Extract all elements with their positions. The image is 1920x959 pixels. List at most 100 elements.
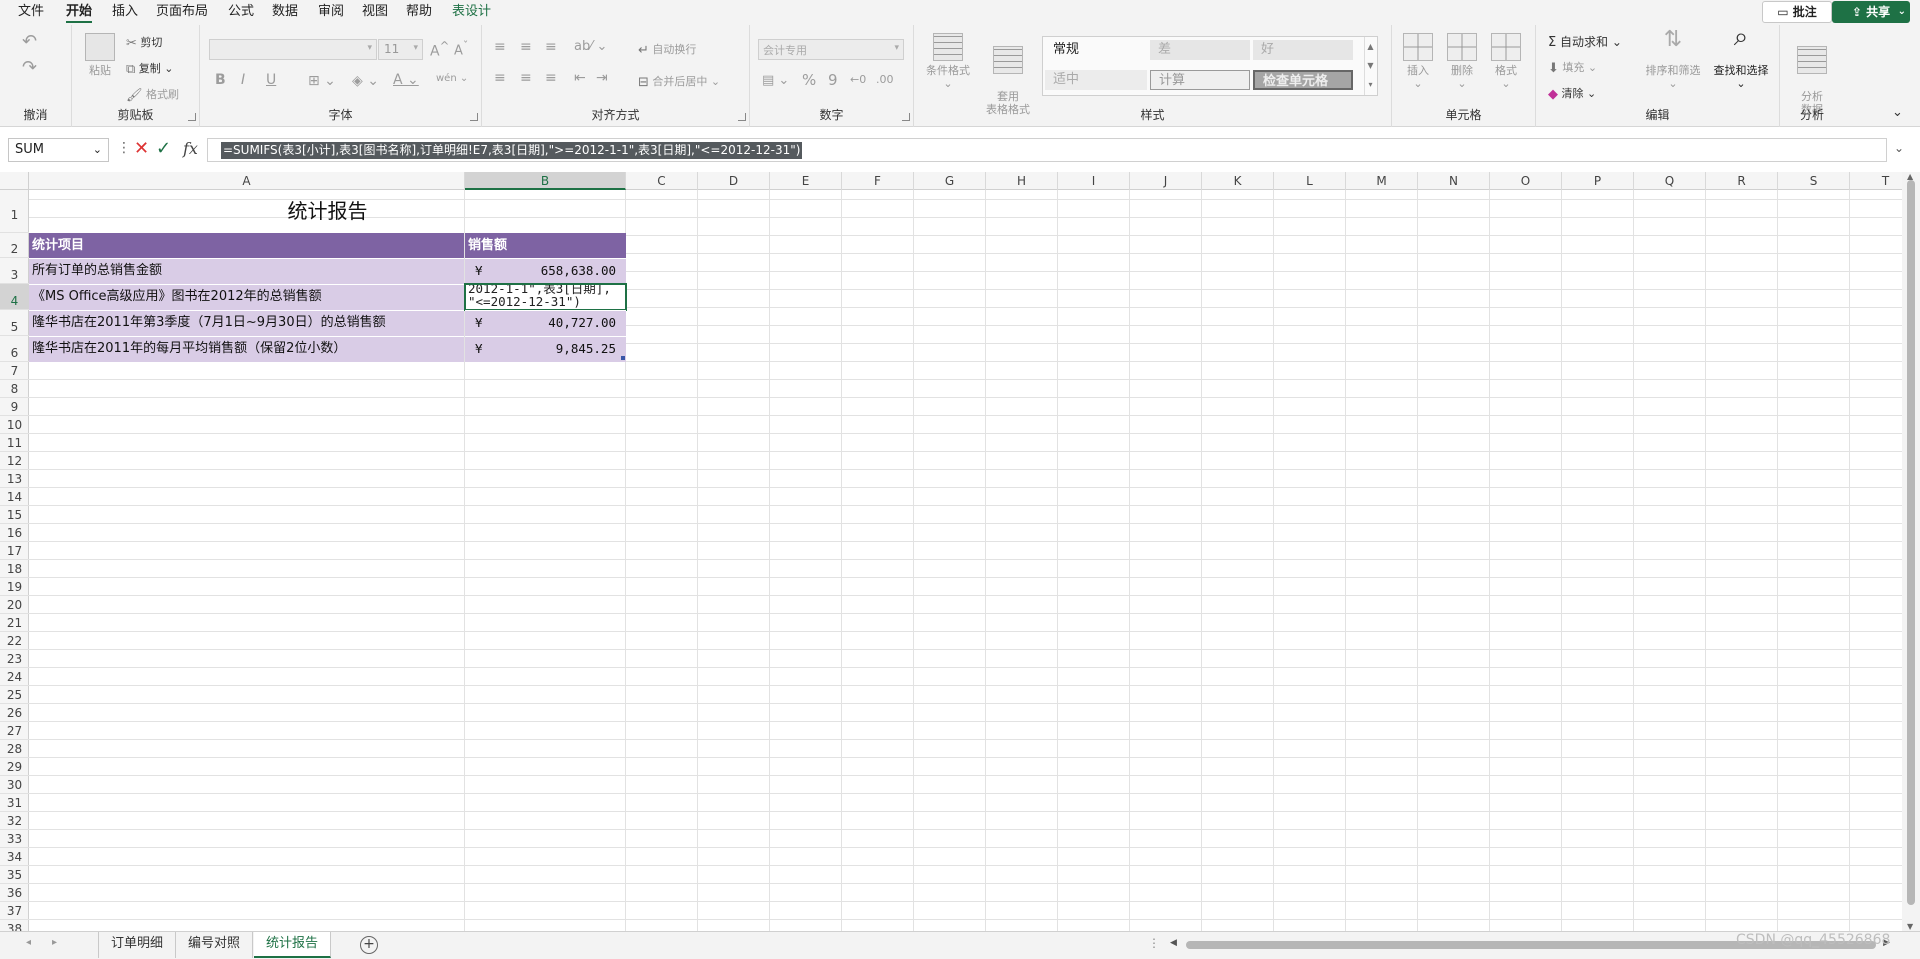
- formula-input[interactable]: =SUMIFS(表3[小计],表3[图书名称],订单明细!E7,表3[日期],"…: [207, 138, 1887, 162]
- column-header-S[interactable]: S: [1778, 172, 1850, 190]
- font-launcher-icon[interactable]: [470, 113, 478, 121]
- chevron-down-icon[interactable]: ⌄: [1898, 1, 1906, 23]
- underline-button[interactable]: U: [266, 72, 276, 88]
- add-sheet-icon[interactable]: +: [360, 936, 378, 954]
- number-launcher-icon[interactable]: [902, 113, 910, 121]
- row-header-14[interactable]: 14: [0, 488, 29, 506]
- column-header-J[interactable]: J: [1130, 172, 1202, 190]
- insert-cells-button[interactable]: 插入 ⌄: [1396, 33, 1440, 90]
- autosum-button[interactable]: Σ 自动求和 ⌄: [1548, 33, 1622, 50]
- column-header-C[interactable]: C: [626, 172, 698, 190]
- row-header-22[interactable]: 22: [0, 632, 29, 650]
- tab-file[interactable]: 文件: [18, 2, 44, 23]
- row-header-8[interactable]: 8: [0, 380, 29, 398]
- column-header-A[interactable]: A: [29, 172, 465, 190]
- style-good[interactable]: 好: [1253, 40, 1353, 60]
- row-header-11[interactable]: 11: [0, 434, 29, 452]
- copy-button[interactable]: ⧉ 复制 ⌄: [126, 60, 174, 77]
- sort-filter-button[interactable]: ⇅ 排序和筛选 ⌄: [1640, 29, 1706, 91]
- column-header-I[interactable]: I: [1058, 172, 1130, 190]
- scroll-left-icon[interactable]: ◀: [1170, 938, 1177, 948]
- column-header-G[interactable]: G: [914, 172, 986, 190]
- item-cell[interactable]: 所有订单的总销售金额: [29, 258, 464, 284]
- expand-formula-icon[interactable]: ⌄: [1894, 141, 1904, 155]
- analyze-data-button[interactable]: 分析 数据: [1788, 33, 1836, 116]
- fill-button[interactable]: ⬇ 填充 ⌄: [1548, 59, 1597, 76]
- align-middle-icon[interactable]: ≡: [520, 39, 532, 55]
- item-cell[interactable]: 《MS Office高级应用》图书在2012年的总销售额: [29, 284, 464, 310]
- row-header-23[interactable]: 23: [0, 650, 29, 668]
- style-normal[interactable]: 常规: [1045, 40, 1147, 60]
- column-header-N[interactable]: N: [1418, 172, 1490, 190]
- confirm-icon[interactable]: ✓: [156, 138, 171, 159]
- row-header-28[interactable]: 28: [0, 740, 29, 758]
- delete-cells-button[interactable]: 删除 ⌄: [1440, 33, 1484, 90]
- row-header-15[interactable]: 15: [0, 506, 29, 524]
- tab-view[interactable]: 视图: [362, 2, 388, 23]
- tab-data[interactable]: 数据: [272, 2, 298, 23]
- formula-text[interactable]: =SUMIFS(表3[小计],表3[图书名称],订单明细!E7,表3[日期],"…: [221, 142, 803, 159]
- row-header-36[interactable]: 36: [0, 884, 29, 902]
- table-format-button[interactable]: 套用 表格格式: [976, 33, 1040, 116]
- row-header-25[interactable]: 25: [0, 686, 29, 704]
- scroll-down-icon[interactable]: ▼: [1907, 922, 1913, 931]
- column-header-K[interactable]: K: [1202, 172, 1274, 190]
- row-header-9[interactable]: 9: [0, 398, 29, 416]
- row-header-18[interactable]: 18: [0, 560, 29, 578]
- font-color-icon[interactable]: A ⌄: [393, 72, 419, 88]
- find-select-button[interactable]: ⌕ 查找和选择 ⌄: [1708, 24, 1774, 90]
- value-cell[interactable]: ¥658,638.00: [465, 258, 626, 284]
- item-cell[interactable]: 隆华书店在2011年的每月平均销售额（保留2位小数）: [29, 336, 464, 362]
- column-header-Q[interactable]: Q: [1634, 172, 1706, 190]
- row-header-26[interactable]: 26: [0, 704, 29, 722]
- worksheet-grid[interactable]: ABCDEFGHIJKLMNOPQRST 1 2 3 4 5 6 7 8 9 10 11 12 13 14…: [0, 172, 1920, 931]
- currency-icon[interactable]: ▤ ⌄: [762, 73, 789, 88]
- report-title[interactable]: 统计报告: [29, 190, 626, 233]
- decrease-indent-icon[interactable]: ⇤: [574, 70, 586, 86]
- conditional-format-button[interactable]: 条件格式 ⌄: [920, 33, 976, 90]
- row-header-4[interactable]: 4: [0, 284, 29, 310]
- clear-button[interactable]: ◆ 清除 ⌄: [1548, 85, 1596, 102]
- share-button[interactable]: ⇪ 共享 ⌄: [1832, 1, 1910, 23]
- redo-icon[interactable]: ↷: [22, 57, 37, 78]
- sheet-tab-report[interactable]: 统计报告: [254, 932, 332, 958]
- column-header-L[interactable]: L: [1274, 172, 1346, 190]
- row-header-30[interactable]: 30: [0, 776, 29, 794]
- row-header-13[interactable]: 13: [0, 470, 29, 488]
- row-header-38[interactable]: 38: [0, 920, 29, 931]
- phonetic-icon[interactable]: wén ⌄: [436, 73, 468, 84]
- row-header-27[interactable]: 27: [0, 722, 29, 740]
- style-calculation[interactable]: 计算: [1150, 70, 1250, 90]
- cell-area[interactable]: 统计报告 统计项目 销售额 所有订单的总销售金额 ¥658,638.00 《MS…: [29, 190, 1920, 931]
- column-header-R[interactable]: R: [1706, 172, 1778, 190]
- column-header-F[interactable]: F: [842, 172, 914, 190]
- column-header-P[interactable]: P: [1562, 172, 1634, 190]
- wrap-text-button[interactable]: ↵ 自动换行: [638, 41, 696, 58]
- vertical-scrollbar[interactable]: ▲ ▼: [1902, 172, 1920, 931]
- collapse-ribbon-icon[interactable]: ⌄: [1892, 105, 1903, 120]
- tab-insert[interactable]: 插入: [112, 2, 138, 23]
- more-options-icon[interactable]: ⋮: [1148, 936, 1160, 950]
- row-header-12[interactable]: 12: [0, 452, 29, 470]
- row-header-1[interactable]: 1: [0, 190, 29, 233]
- prev-sheet-icon[interactable]: ◂: [26, 937, 31, 948]
- align-top-icon[interactable]: ≡: [494, 39, 506, 55]
- comment-button[interactable]: ▭ 批注: [1762, 1, 1832, 23]
- cut-button[interactable]: ✂ 剪切: [126, 34, 162, 51]
- row-header-20[interactable]: 20: [0, 596, 29, 614]
- row-header-5[interactable]: 5: [0, 310, 29, 336]
- row-header-3[interactable]: 3: [0, 258, 29, 284]
- paste-button[interactable]: 粘贴: [82, 33, 118, 77]
- value-cell[interactable]: ¥40,727.00: [465, 310, 626, 336]
- vertical-scroll-thumb[interactable]: [1907, 180, 1915, 905]
- percent-button[interactable]: %: [802, 71, 816, 89]
- item-cell[interactable]: 隆华书店在2011年第3季度（7月1日~9月30日）的总销售额: [29, 310, 464, 336]
- row-header-7[interactable]: 7: [0, 362, 29, 380]
- align-left-icon[interactable]: ≡: [494, 70, 506, 86]
- fill-color-icon[interactable]: ◈ ⌄: [352, 73, 379, 89]
- row-header-34[interactable]: 34: [0, 848, 29, 866]
- row-header-37[interactable]: 37: [0, 902, 29, 920]
- format-painter-button[interactable]: 🖌 格式刷: [126, 86, 179, 103]
- tab-formulas[interactable]: 公式: [228, 2, 254, 23]
- italic-button[interactable]: I: [241, 72, 245, 88]
